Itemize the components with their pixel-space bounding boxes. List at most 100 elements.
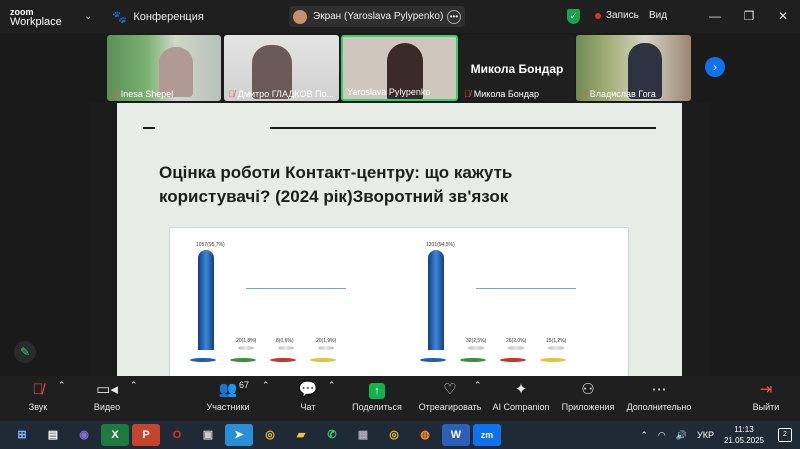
participant-name: 🎙̸ Inesa Shepel [111,89,174,99]
chevron-up-icon[interactable]: ⌃ [640,430,648,441]
chart-panel-right: 1201(94,5%) 32(2,5%) 26(2,0%) 15(1,2%) [406,234,626,374]
participants-options-caret[interactable]: ⌃ [262,380,270,391]
chart-legend-swatch [190,358,216,362]
participant-tile[interactable]: 🎙̸ Inesa Shepel [107,35,221,101]
more-options-icon[interactable]: ••• [447,9,461,24]
mic-muted-icon: 🎙̸ [32,381,44,398]
chevron-down-icon[interactable]: ⌄ [84,11,92,22]
slide-title: Оцінка роботи Контакт-центру: що кажуть … [159,163,513,206]
viber-icon[interactable]: ◉ [70,424,98,446]
task-view-icon[interactable]: ▤ [39,424,67,446]
participant-tile[interactable]: 🎙̸ Дмитро ГЛАДКОВ По... [224,35,339,101]
chart-bar [548,346,564,350]
system-tray: ⌃ ◠ 🔊 УКР 11:13 21.05.2025 2 [640,421,800,449]
chat-button[interactable]: 💬 Чат [294,380,322,412]
excel-icon[interactable]: X [101,424,129,446]
participant-name: 🎙̸ Владислав Гога [580,89,656,99]
participants-label: Участники [206,402,250,412]
annotate-pencil-button[interactable]: ✎ [14,341,36,363]
chrome-icon[interactable]: ◎ [380,424,408,446]
video-button[interactable]: ▭◂ Видео [88,380,126,412]
wifi-icon[interactable]: ◠ [658,430,666,441]
windows-start-icon[interactable]: ⊞ [8,424,36,446]
react-button[interactable]: ♡ Отреагировать [418,380,482,412]
word-icon[interactable]: W [442,424,470,446]
mic-muted-icon: 🎙̸ [111,89,118,99]
file-explorer-icon[interactable]: ▰ [287,424,315,446]
clock[interactable]: 11:13 21.05.2025 [724,424,764,446]
apps-icon: ⚇ [581,381,595,398]
more-icon: ⋯ [651,381,667,398]
participant-display-name: Микола Бондар [470,62,564,76]
video-options-caret[interactable]: ⌃ [130,380,138,391]
screen-share-label: Экран (Yaroslava Pylypenko) [313,11,444,22]
chart-bar [238,346,254,350]
more-button[interactable]: ⋯ Дополнительно [624,380,694,412]
telegram-icon[interactable]: ➤ [225,424,253,446]
participants-count: 67 [239,380,250,390]
audio-label: Звук [28,402,48,412]
record-dot-icon [595,12,601,19]
share-button[interactable]: ↑ Поделиться [350,380,404,412]
chrome-icon[interactable]: ◎ [256,424,284,446]
opera-icon[interactable]: O [163,424,191,446]
slide-divider-short [143,127,155,129]
react-options-caret[interactable]: ⌃ [474,380,482,391]
chart-annotation [246,284,346,289]
chart-bar [468,346,484,350]
participant-tile[interactable]: 🎙̸ Владислав Гога [576,35,691,101]
participant-tile[interactable]: Микола Бондар 🎙̸ Микола Бондар [460,35,574,101]
whatsapp-icon[interactable]: ✆ [318,424,346,446]
audio-options-caret[interactable]: ⌃ [58,380,66,391]
chart-legend-swatch [230,358,256,362]
chart-panel-left: 1057(95,7%) 20(1,8%) 8(0,6%) 20(1,9%) [176,234,396,374]
logo-line1: zoom [10,6,34,17]
minimize-icon[interactable]: — [698,0,732,33]
mic-muted-icon: 🎙̸ [580,89,587,99]
zoom-logo: zoom Workplace [0,6,70,28]
chart-data-label: 8(0,6%) [276,338,294,344]
react-label: Отреагировать [418,402,482,412]
apps-button[interactable]: ⚇ Приложения [560,380,616,412]
participant-tile-active-speaker[interactable]: Yaroslava Pylypenko [341,35,458,101]
leave-button[interactable]: ⇥ Выйти [750,380,782,412]
shield-icon[interactable]: ✓ [567,9,580,24]
audio-button[interactable]: 🎙̸ Звук [22,380,54,412]
chart-legend-swatch [310,358,336,362]
app-icon[interactable]: ▣ [194,424,222,446]
powerpoint-icon[interactable]: P [132,424,160,446]
meeting-info[interactable]: 🐾 Конференция [112,10,203,24]
chart-annotation [476,284,576,289]
recording-indicator[interactable]: Запись [595,10,639,21]
chart-data-label: 20(1,8%) [236,338,257,344]
chart-legend-swatch [500,358,526,362]
camera-icon: ▭◂ [96,381,118,398]
chart-bar [508,346,524,350]
avatar [293,9,307,24]
windows-taskbar: ⊞ ▤ ◉ X P O ▣ ➤ ◎ ▰ ✆ ▦ ◎ ◍ W zm ⌃ ◠ 🔊 У… [0,421,800,449]
meeting-name: Конференция [133,10,204,23]
restore-icon[interactable]: ❐ [732,0,766,33]
zoom-window: zoom Workplace ⌄ 🐾 Конференция Экран (Ya… [0,0,800,449]
chat-icon: 💬 [298,381,318,398]
save-icon[interactable]: ▦ [349,424,377,446]
screen-share-indicator[interactable]: Экран (Yaroslava Pylypenko) ••• [289,6,465,27]
notifications-badge[interactable]: 2 [778,428,792,442]
paw-icon: 🐾 [112,9,128,24]
sparkle-icon: ✦ [514,381,528,398]
chart-legend-swatch [420,358,446,362]
zoom-taskbar-icon[interactable]: zm [473,424,501,446]
view-button[interactable]: Вид [649,10,667,21]
volume-icon[interactable]: 🔊 [676,430,687,441]
chat-options-caret[interactable]: ⌃ [328,380,336,391]
language-indicator[interactable]: УКР [697,430,714,440]
next-page-button[interactable]: › [705,57,725,77]
pencil-icon: ✎ [19,345,31,359]
close-icon[interactable]: ✕ [766,0,800,33]
shared-screen-area: Оцінка роботи Контакт-центру: що кажуть … [0,103,800,376]
firefox-icon[interactable]: ◍ [411,424,439,446]
chart-bar [428,250,444,350]
ai-companion-button[interactable]: ✦ AI Companion [490,380,552,412]
chart-legend-swatch [540,358,566,362]
video-label: Видео [93,402,121,412]
